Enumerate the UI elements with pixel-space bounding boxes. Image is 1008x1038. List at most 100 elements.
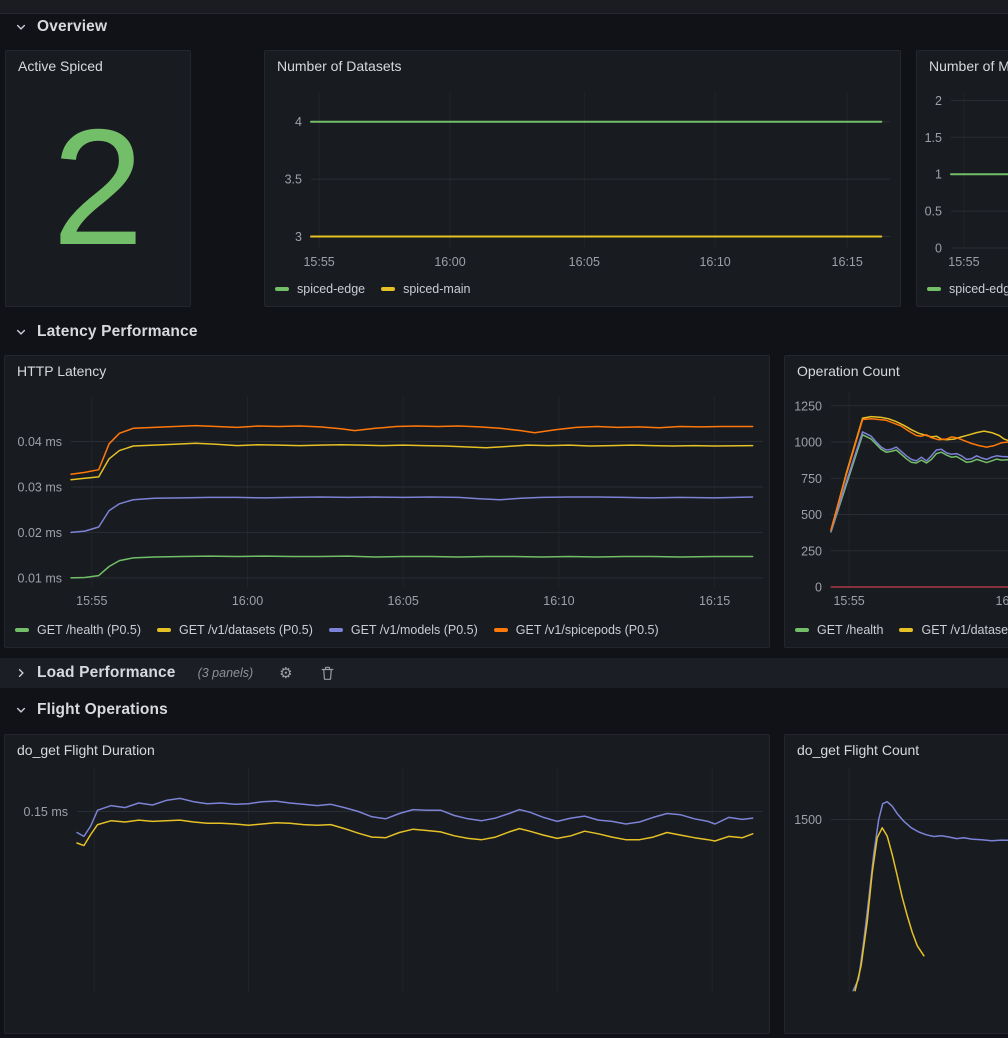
svg-text:0.15 ms: 0.15 ms (24, 805, 68, 819)
chevron-right-icon (13, 665, 29, 681)
legend-color-chip (927, 287, 941, 291)
legend-color-chip (899, 628, 913, 632)
svg-text:500: 500 (801, 508, 822, 522)
legend-label: GET /health (P0.5) (37, 623, 141, 637)
panel-title-flight-duration[interactable]: do_get Flight Duration (5, 735, 769, 763)
svg-text:15:55: 15:55 (76, 594, 107, 608)
svg-text:15:55: 15:55 (948, 255, 979, 269)
legend-item[interactable]: GET /v1/datasets (899, 623, 1008, 637)
legend-label: spiced-main (403, 282, 470, 296)
trash-icon[interactable] (321, 666, 334, 680)
number-of-datasets-chart[interactable]: 15:55 16:00 16:05 16:10 16:15 3 3.5 4 (265, 79, 900, 280)
svg-text:0.03 ms: 0.03 ms (18, 481, 62, 495)
legend-label: GET /v1/spicepods (P0.5) (516, 623, 659, 637)
chart-canvas[interactable]: 15:5516:0016:0516:1016:150.01 ms0.02 ms0… (5, 384, 769, 621)
svg-text:750: 750 (801, 472, 822, 486)
number-of-models-legend: spiced-edge (917, 280, 1008, 306)
panel-count-note: (3 panels) (198, 666, 254, 680)
operation-count-legend: GET /healthGET /v1/datasetsGET /v1/model… (785, 621, 1008, 647)
legend-item[interactable]: GET /v1/datasets (P0.5) (157, 623, 313, 637)
panel-title-http-latency[interactable]: HTTP Latency (5, 356, 769, 384)
legend-item[interactable]: spiced-edge (275, 282, 365, 296)
svg-text:0.01 ms: 0.01 ms (18, 571, 62, 585)
http-latency-chart[interactable]: 15:5516:0016:0516:1016:150.01 ms0.02 ms0… (5, 384, 769, 621)
svg-text:16:10: 16:10 (699, 255, 730, 269)
legend-item[interactable]: spiced-edge (927, 282, 1008, 296)
legend-label: GET /health (817, 623, 883, 637)
gear-icon[interactable]: ⚙ (279, 666, 292, 681)
legend-label: spiced-edge (297, 282, 365, 296)
flight-duration-chart[interactable]: 0.15 ms (5, 763, 769, 1033)
legend-item[interactable]: spiced-main (381, 282, 470, 296)
svg-text:1000: 1000 (794, 436, 822, 450)
panel-operation-count: Operation Count 15:5516:0016:05025050075… (784, 355, 1008, 648)
panel-title-number-of-models[interactable]: Number of Models (917, 51, 1008, 79)
chart-canvas[interactable]: 1500 (785, 763, 1008, 1033)
flight-count-chart[interactable]: 1500 (785, 763, 1008, 1033)
svg-text:16:00: 16:00 (996, 594, 1008, 608)
svg-text:16:00: 16:00 (434, 255, 465, 269)
section-title-load-performance: Load Performance (37, 664, 176, 682)
chevron-down-icon (13, 324, 29, 340)
svg-text:0.02 ms: 0.02 ms (18, 526, 62, 540)
svg-text:1: 1 (935, 168, 942, 182)
section-title-latency-performance: Latency Performance (37, 323, 198, 341)
svg-text:0: 0 (815, 581, 822, 595)
section-header-overview[interactable]: Overview (0, 13, 1008, 41)
chart-canvas[interactable]: 15:5516:0016:0516:1000.511.52 (917, 79, 1008, 280)
chart-canvas[interactable]: 0.15 ms (5, 763, 769, 1033)
svg-text:0.04 ms: 0.04 ms (18, 435, 62, 449)
legend-color-chip (275, 287, 289, 291)
section-title-overview: Overview (37, 18, 107, 36)
legend-label: GET /v1/datasets (921, 623, 1008, 637)
panel-title-number-of-datasets[interactable]: Number of Datasets (265, 51, 900, 79)
chevron-down-icon (13, 19, 29, 35)
svg-text:16:15: 16:15 (699, 594, 730, 608)
svg-text:1.5: 1.5 (925, 131, 942, 145)
svg-text:1250: 1250 (794, 399, 822, 413)
legend-color-chip (494, 628, 508, 632)
legend-item[interactable]: GET /v1/models (P0.5) (329, 623, 478, 637)
legend-color-chip (157, 628, 171, 632)
svg-text:16:05: 16:05 (569, 255, 600, 269)
svg-text:2: 2 (935, 94, 942, 108)
legend-color-chip (381, 287, 395, 291)
panel-active-spiced: Active Spiced 2 (5, 50, 191, 307)
svg-text:3.5: 3.5 (285, 173, 302, 187)
number-of-models-chart[interactable]: 15:5516:0016:0516:1000.511.52 (917, 79, 1008, 280)
legend-color-chip (795, 628, 809, 632)
top-bar (0, 0, 1008, 14)
legend-item[interactable]: GET /health (795, 623, 883, 637)
legend-item[interactable]: GET /v1/spicepods (P0.5) (494, 623, 659, 637)
big-stat-value: 2 (6, 79, 190, 306)
panel-title-operation-count[interactable]: Operation Count (785, 356, 1008, 384)
chart-canvas[interactable]: 15:5516:0016:05025050075010001250 (785, 384, 1008, 621)
svg-text:250: 250 (801, 544, 822, 558)
svg-text:0.5: 0.5 (925, 205, 942, 219)
svg-text:15:55: 15:55 (303, 255, 334, 269)
svg-text:16:15: 16:15 (832, 255, 863, 269)
chevron-down-icon (13, 702, 29, 718)
grafana-dashboard: { "colors": { "green": "#73BF69", "yello… (0, 0, 1008, 849)
http-latency-legend: GET /health (P0.5) GET /v1/datasets (P0.5… (5, 621, 769, 647)
chart-canvas[interactable]: 15:55 16:00 16:05 16:10 16:15 3 3.5 4 (265, 79, 900, 280)
svg-text:16:00: 16:00 (232, 594, 263, 608)
panel-http-latency: HTTP Latency 15:5516:0016:0516:1016:150.… (4, 355, 770, 648)
panel-flight-count: do_get Flight Count 1500 (784, 734, 1008, 1034)
section-title-flight-operations: Flight Operations (37, 701, 168, 719)
section-header-latency-performance[interactable]: Latency Performance (0, 318, 1008, 346)
panel-flight-duration: do_get Flight Duration 0.15 ms (4, 734, 770, 1034)
svg-text:15:55: 15:55 (833, 594, 864, 608)
section-header-load-performance[interactable]: Load Performance (3 panels) ⚙ (0, 658, 1008, 688)
svg-text:3: 3 (295, 230, 302, 244)
legend-label: spiced-edge (949, 282, 1008, 296)
svg-text:16:10: 16:10 (543, 594, 574, 608)
svg-text:1500: 1500 (794, 813, 822, 827)
svg-text:4: 4 (295, 115, 302, 129)
legend-item[interactable]: GET /health (P0.5) (15, 623, 141, 637)
operation-count-chart[interactable]: 15:5516:0016:05025050075010001250 (785, 384, 1008, 621)
panel-title-flight-count[interactable]: do_get Flight Count (785, 735, 1008, 763)
section-header-flight-operations[interactable]: Flight Operations (0, 696, 1008, 724)
panel-title-active-spiced[interactable]: Active Spiced (6, 51, 190, 79)
panel-number-of-datasets: Number of Datasets 15:5516:0016:0516:101… (264, 50, 901, 307)
